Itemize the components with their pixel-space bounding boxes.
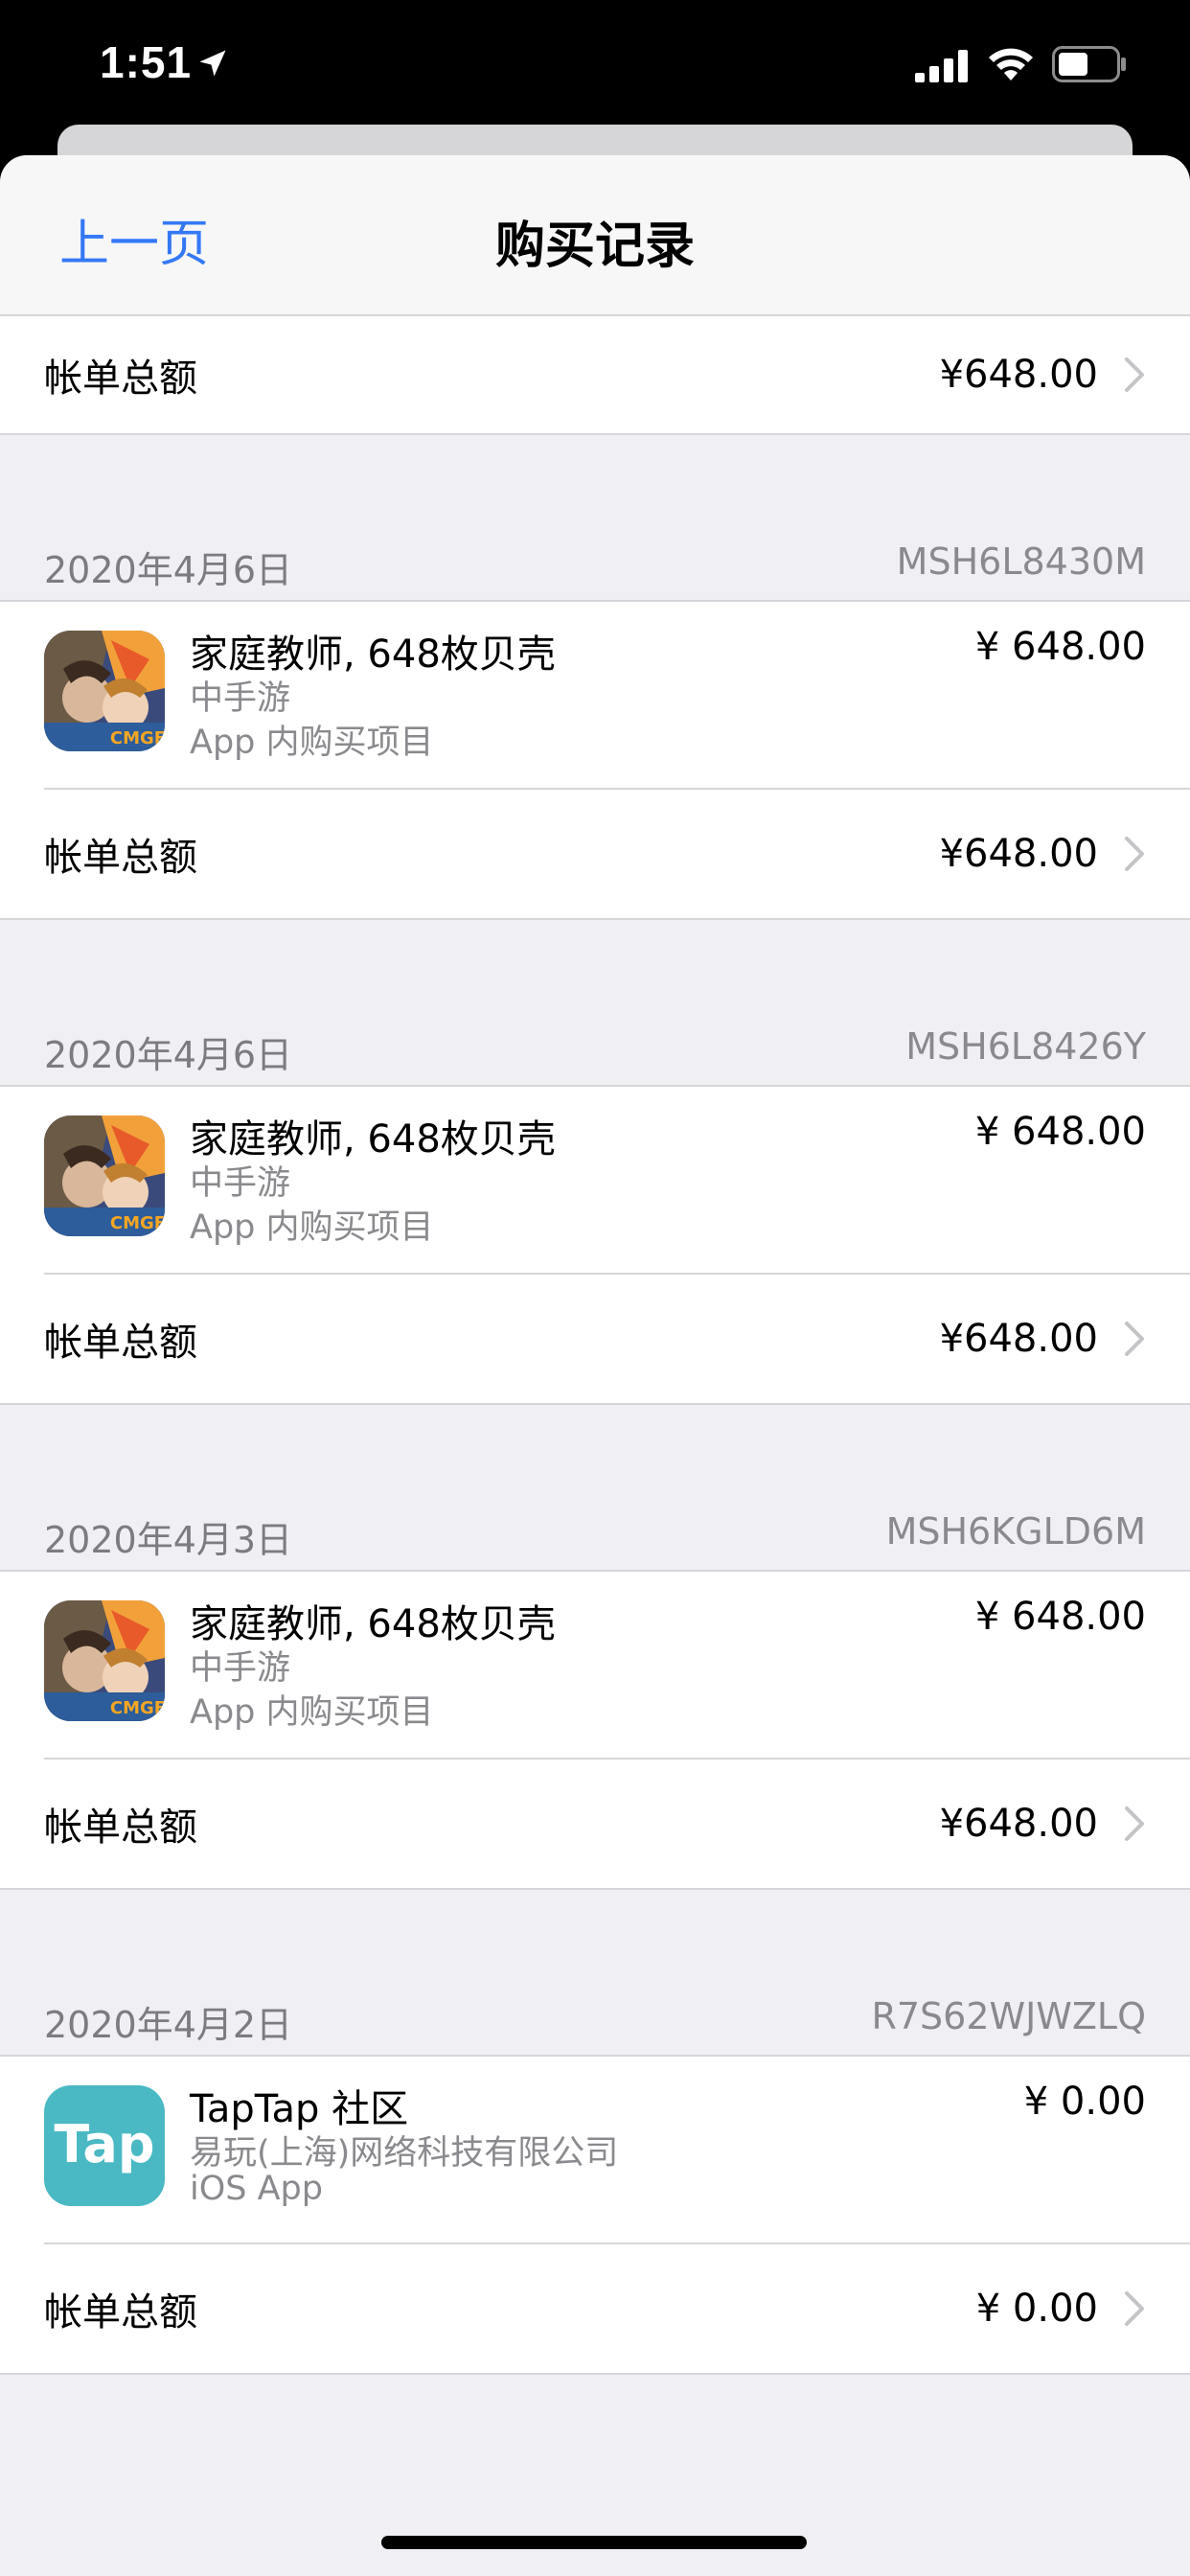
purchase-item[interactable]: CMGF 家庭教师, 648枚贝壳 中手游 App 内购买项目 ¥ 648.00 — [0, 1572, 1190, 1760]
section-gap — [0, 1405, 1190, 1510]
item-price: ¥ 648.00 — [974, 1110, 1146, 1154]
bill-total-label: 帐单总额 — [44, 356, 197, 401]
status-time: 1:51 — [100, 37, 193, 87]
bill-total-label: 帐单总额 — [44, 2290, 197, 2334]
item-type: App 内购买项目 — [190, 1208, 434, 1247]
location-arrow-icon — [199, 50, 226, 77]
wifi-icon — [989, 48, 1033, 80]
navigation-bar: 上一页 购买记录 — [0, 155, 1190, 316]
bill-total-label: 帐单总额 — [44, 1806, 197, 1850]
purchase-date: 2020年4月6日 — [44, 1034, 293, 1076]
purchase-list: 帐单总额 ¥648.00 2020年4月6日 MSH6L8430M CMGF 家… — [0, 316, 1190, 2375]
purchase-date: 2020年4月3日 — [44, 1519, 293, 1561]
purchase-item[interactable]: Tap TapTap 社区 易玩(上海)网络科技有限公司 iOS App ¥ 0… — [0, 2057, 1190, 2244]
chevron-right-icon — [1125, 357, 1144, 392]
cellular-signal-icon — [915, 50, 968, 82]
item-developer: 中手游 — [190, 679, 291, 718]
purchase-history-sheet: 上一页 购买记录 帐单总额 ¥648.00 2020年4月6日 MSH6L843… — [0, 155, 1190, 2576]
home-indicator[interactable] — [381, 2536, 807, 2549]
item-price: ¥ 648.00 — [974, 1595, 1146, 1639]
section-header: 2020年4月6日 MSH6L8430M — [0, 540, 1190, 602]
battery-icon — [1052, 46, 1126, 82]
reborn-game-icon: CMGF — [44, 631, 165, 751]
bill-total-amount: ¥648.00 — [939, 1317, 1098, 1361]
chevron-right-icon — [1125, 1806, 1144, 1841]
purchase-date: 2020年4月6日 — [44, 549, 293, 591]
section-header: 2020年4月6日 MSH6L8426Y — [0, 1025, 1190, 1087]
item-developer: 中手游 — [190, 1649, 291, 1688]
section-gap — [0, 435, 1190, 540]
purchase-item[interactable]: CMGF 家庭教师, 648枚贝壳 中手游 App 内购买项目 ¥ 648.00 — [0, 602, 1190, 790]
bill-total-row[interactable]: 帐单总额 ¥648.00 — [0, 790, 1190, 920]
status-bar: 1:51 — [0, 0, 1190, 134]
bill-total-label: 帐单总额 — [44, 1321, 197, 1365]
reborn-game-icon: CMGF — [44, 1600, 165, 1721]
section-header: 2020年4月2日 R7S62WJWZLQ — [0, 1995, 1190, 2057]
order-id: MSH6KGLD6M — [885, 1510, 1146, 1552]
svg-text:CMGF: CMGF — [110, 728, 165, 748]
item-type: App 内购买项目 — [190, 724, 434, 762]
order-id: MSH6L8430M — [896, 540, 1146, 583]
item-price: ¥ 648.00 — [974, 625, 1146, 669]
bill-total-amount: ¥ 0.00 — [975, 2287, 1098, 2331]
item-price: ¥ 0.00 — [1023, 2080, 1146, 2124]
purchase-date: 2020年4月2日 — [44, 2004, 293, 2046]
section-gap — [0, 920, 1190, 1025]
item-developer: 易玩(上海)网络科技有限公司 — [190, 2134, 619, 2173]
bill-total-amount: ¥648.00 — [939, 832, 1098, 876]
item-developer: 中手游 — [190, 1164, 291, 1203]
bill-total-row[interactable]: 帐单总额 ¥ 0.00 — [0, 2244, 1190, 2375]
item-type: App 内购买项目 — [190, 1693, 434, 1732]
bill-total-amount: ¥648.00 — [939, 1802, 1098, 1846]
chevron-right-icon — [1125, 2291, 1144, 2326]
reborn-game-icon: CMGF — [44, 1116, 165, 1236]
chevron-right-icon — [1125, 1322, 1144, 1356]
section-header: 2020年4月3日 MSH6KGLD6M — [0, 1510, 1190, 1572]
svg-text:CMGF: CMGF — [110, 1213, 165, 1233]
taptap-icon: Tap — [44, 2085, 165, 2206]
bill-total-row[interactable]: 帐单总额 ¥648.00 — [0, 316, 1190, 435]
order-id: MSH6L8426Y — [905, 1025, 1146, 1068]
bill-total-amount: ¥648.00 — [939, 353, 1098, 397]
purchase-item[interactable]: CMGF 家庭教师, 648枚贝壳 中手游 App 内购买项目 ¥ 648.00 — [0, 1087, 1190, 1275]
svg-text:Tap: Tap — [55, 2114, 155, 2174]
bill-total-row[interactable]: 帐单总额 ¥648.00 — [0, 1275, 1190, 1405]
item-type: iOS App — [190, 2170, 323, 2208]
svg-text:CMGF: CMGF — [110, 1698, 165, 1718]
bill-total-label: 帐单总额 — [44, 836, 197, 880]
section-gap — [0, 1890, 1190, 1995]
page-title: 购买记录 — [494, 218, 695, 275]
order-id: R7S62WJWZLQ — [871, 1995, 1146, 2037]
chevron-right-icon — [1125, 837, 1144, 871]
bill-total-row[interactable]: 帐单总额 ¥648.00 — [0, 1760, 1190, 1890]
